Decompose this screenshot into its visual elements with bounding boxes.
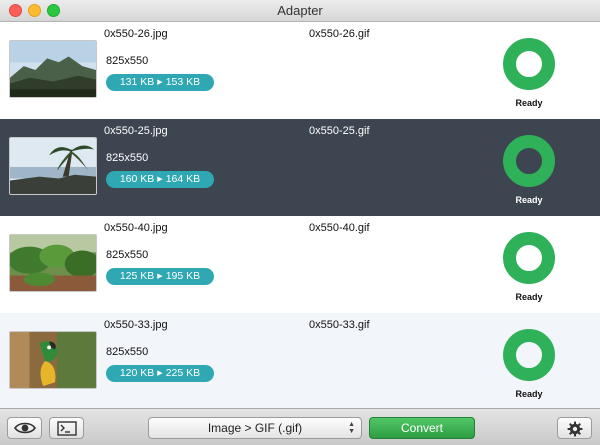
source-filename: 0x550-40.jpg bbox=[104, 222, 168, 234]
source-filename: 0x550-25.jpg bbox=[104, 125, 168, 137]
image-dimensions: 825x550 bbox=[106, 55, 149, 67]
size-comparison-badge: 120 KB ▶ 225 KB bbox=[106, 365, 214, 382]
file-row[interactable]: 0x550-33.jpg 825x550 120 KB ▶ 225 KB 0x550… bbox=[0, 313, 600, 408]
output-size: 164 KB bbox=[165, 173, 201, 185]
convert-button[interactable]: Convert bbox=[369, 417, 475, 439]
output-size: 153 KB bbox=[165, 76, 201, 88]
size-comparison-badge: 160 KB ▶ 164 KB bbox=[106, 171, 214, 188]
size-comparison-badge: 131 KB ▶ 153 KB bbox=[106, 74, 214, 91]
gear-icon bbox=[558, 421, 591, 437]
bottom-toolbar: Image > GIF (.gif) ▲ ▼ Convert bbox=[0, 408, 600, 445]
preview-button[interactable] bbox=[7, 417, 42, 439]
size-comparison-badge: 125 KB ▶ 195 KB bbox=[106, 268, 214, 285]
window-title: Adapter bbox=[277, 3, 323, 18]
status-label: Ready bbox=[515, 389, 543, 399]
file-row[interactable]: 0x550-26.jpg 825x550 131 KB ▶ 153 KB 0x550… bbox=[0, 22, 600, 119]
output-format-select[interactable]: Image > GIF (.gif) ▲ ▼ bbox=[148, 417, 362, 439]
input-size: 125 KB bbox=[119, 270, 155, 282]
status-label: Ready bbox=[515, 98, 543, 108]
source-filename: 0x550-26.jpg bbox=[104, 28, 168, 40]
file-list: 0x550-26.jpg 825x550 131 KB ▶ 153 KB 0x550… bbox=[0, 22, 600, 408]
log-button[interactable] bbox=[49, 417, 84, 439]
arrow-right-icon: ▶ bbox=[157, 79, 163, 86]
output-format-value: Image > GIF (.gif) bbox=[207, 421, 303, 435]
file-row-selected[interactable]: 0x550-25.jpg 825x550 160 KB ▶ 164 KB 0x550… bbox=[0, 119, 600, 216]
input-size: 120 KB bbox=[119, 367, 155, 379]
output-filename: 0x550-33.gif bbox=[309, 319, 370, 331]
green-plants-thumbnail bbox=[9, 234, 97, 292]
eye-icon bbox=[8, 421, 41, 435]
output-filename: 0x550-25.gif bbox=[309, 125, 370, 137]
title-bar: Adapter bbox=[0, 0, 600, 22]
progress-ring bbox=[503, 232, 555, 284]
file-row[interactable]: 0x550-40.jpg 825x550 125 KB ▶ 195 KB 0x550… bbox=[0, 216, 600, 313]
terminal-icon bbox=[50, 421, 83, 436]
settings-button[interactable] bbox=[557, 417, 592, 439]
status-label: Ready bbox=[515, 195, 543, 205]
image-dimensions: 825x550 bbox=[106, 249, 149, 261]
output-size: 225 KB bbox=[165, 367, 201, 379]
progress-ring bbox=[503, 329, 555, 381]
status-label: Ready bbox=[515, 292, 543, 302]
select-arrows-icon: ▲ ▼ bbox=[348, 421, 355, 435]
image-dimensions: 825x550 bbox=[106, 346, 149, 358]
progress-ring bbox=[503, 38, 555, 90]
image-dimensions: 825x550 bbox=[106, 152, 149, 164]
arrow-right-icon: ▶ bbox=[157, 273, 163, 280]
arrow-right-icon: ▶ bbox=[157, 176, 163, 183]
output-size: 195 KB bbox=[165, 270, 201, 282]
mountain-landscape-thumbnail bbox=[9, 40, 97, 98]
output-filename: 0x550-26.gif bbox=[309, 28, 370, 40]
output-filename: 0x550-40.gif bbox=[309, 222, 370, 234]
progress-ring bbox=[503, 135, 555, 187]
source-filename: 0x550-33.jpg bbox=[104, 319, 168, 331]
parrot-thumbnail bbox=[9, 331, 97, 389]
input-size: 160 KB bbox=[119, 173, 155, 185]
input-size: 131 KB bbox=[119, 76, 155, 88]
arrow-right-icon: ▶ bbox=[157, 370, 163, 377]
palm-beach-thumbnail bbox=[9, 137, 97, 195]
